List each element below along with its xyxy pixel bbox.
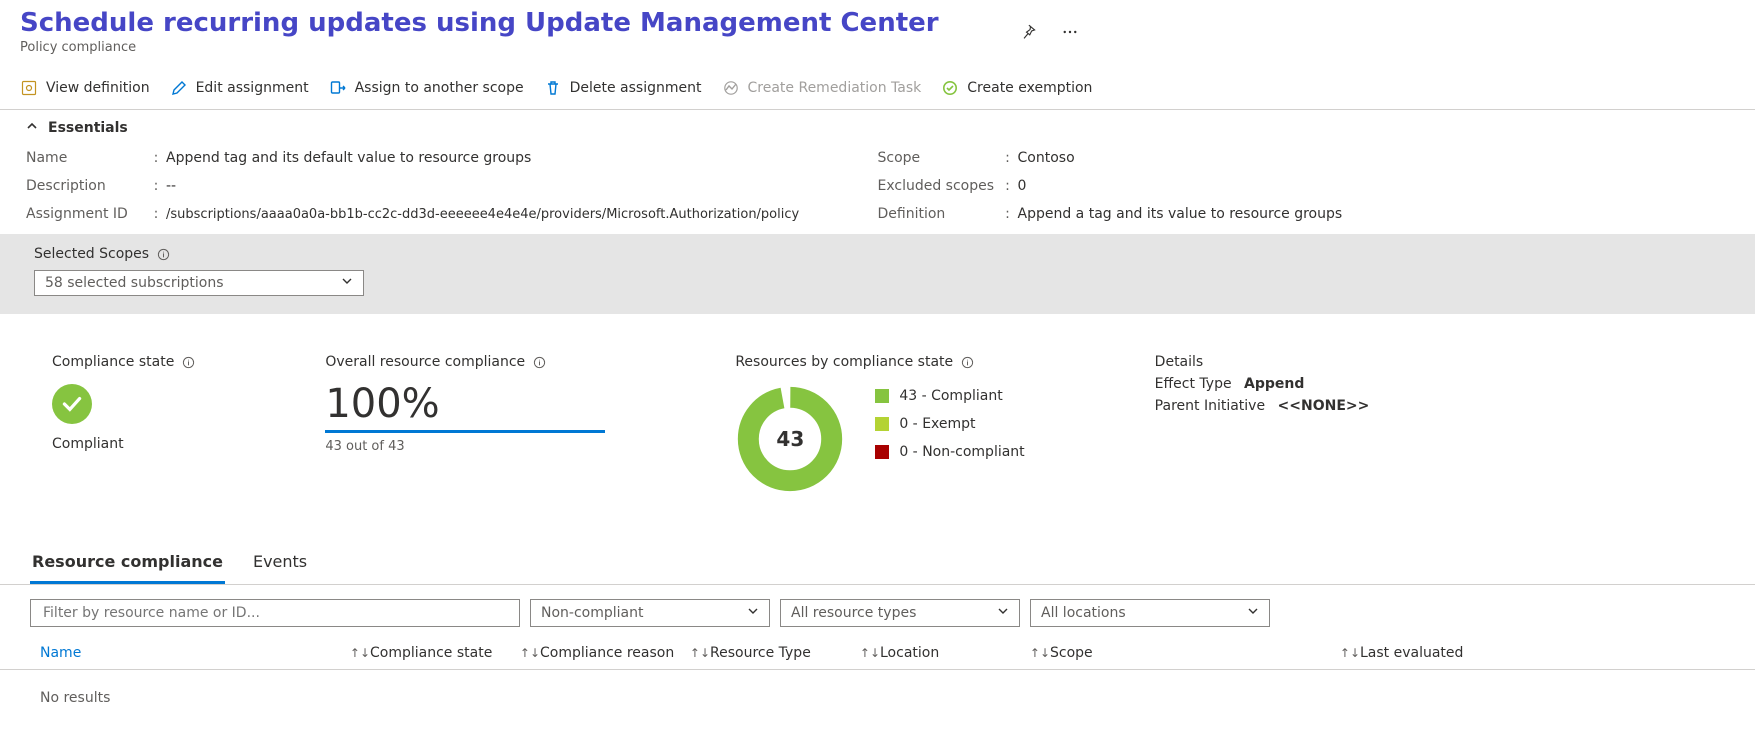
page-title: Schedule recurring updates using Update … (20, 8, 939, 38)
tab-events[interactable]: Events (251, 544, 309, 584)
essentials-name-value: Append tag and its default value to reso… (166, 150, 878, 166)
col-compliance-state[interactable]: Compliance state ↑↓ (370, 645, 540, 661)
legend-noncompliant: 0 - Non-compliant (875, 444, 1024, 460)
info-icon[interactable] (961, 356, 974, 369)
edit-assignment-button[interactable]: Edit assignment (170, 79, 309, 97)
assign-icon (329, 79, 347, 97)
essentials-excl-key: Excluded scopes (878, 178, 998, 194)
pin-icon[interactable] (1019, 23, 1037, 41)
definition-icon (20, 79, 38, 97)
donut-center-value: 43 (735, 384, 845, 494)
info-icon[interactable] (182, 356, 195, 369)
resources-by-state-card: Resources by compliance state 43 43 - Co… (735, 354, 1024, 494)
compliant-check-icon (52, 384, 92, 424)
details-card: Details Effect Type Append Parent Initia… (1155, 354, 1370, 414)
overall-compliance-card: Overall resource compliance 100% 43 out … (325, 354, 605, 454)
create-remediation-button: Create Remediation Task (722, 79, 922, 97)
legend-exempt: 0 - Exempt (875, 416, 1024, 432)
tab-resource-compliance[interactable]: Resource compliance (30, 544, 225, 584)
essentials-assign-key: Assignment ID (26, 206, 146, 222)
more-icon[interactable] (1061, 23, 1079, 41)
view-definition-button[interactable]: View definition (20, 79, 150, 97)
overall-compliance-sub: 43 out of 43 (325, 439, 605, 454)
filter-locations-dropdown[interactable]: All locations (1030, 599, 1270, 627)
sort-icon[interactable]: ↑↓ (860, 646, 880, 660)
chevron-down-icon (341, 275, 353, 291)
compliance-state-value: Compliant (52, 436, 195, 452)
legend-compliant: 43 - Compliant (875, 388, 1024, 404)
parent-initiative-value: <<NONE>> (1278, 398, 1370, 414)
effect-type-value: Append (1244, 376, 1304, 392)
essentials-desc-value: -- (166, 178, 878, 194)
sort-icon[interactable]: ↑↓ (520, 646, 540, 660)
essentials-def-key: Definition (878, 206, 998, 222)
sort-icon[interactable]: ↑↓ (690, 646, 710, 660)
assign-scope-button[interactable]: Assign to another scope (329, 79, 524, 97)
col-compliance-reason[interactable]: Compliance reason ↑↓ (540, 645, 710, 661)
create-exemption-button[interactable]: Create exemption (941, 79, 1092, 97)
chevron-down-icon (997, 605, 1009, 621)
col-resource-type[interactable]: Resource Type ↑↓ (710, 645, 880, 661)
essentials-scope-value: Contoso (1018, 150, 1730, 166)
effect-type-key: Effect Type (1155, 376, 1232, 392)
resources-by-state-header: Resources by compliance state (735, 354, 953, 370)
essentials-desc-key: Description (26, 178, 146, 194)
info-icon[interactable] (533, 356, 546, 369)
chevron-up-icon (26, 120, 38, 136)
col-name[interactable]: Name ↑↓ (40, 645, 370, 661)
selected-scopes-label: Selected Scopes (34, 246, 149, 262)
info-icon[interactable] (157, 248, 170, 261)
table-empty: No results (0, 670, 1755, 726)
col-last-evaluated[interactable]: Last evaluated (1360, 645, 1530, 661)
remediation-icon (722, 79, 740, 97)
progress-bar (325, 430, 605, 433)
sort-icon[interactable]: ↑↓ (350, 646, 370, 660)
essentials-def-value: Append a tag and its value to resource g… (1018, 206, 1730, 222)
selected-scopes-dropdown[interactable]: 58 selected subscriptions (34, 270, 364, 296)
filter-name-input-wrapper[interactable] (30, 599, 520, 627)
parent-initiative-key: Parent Initiative (1155, 398, 1265, 414)
col-scope[interactable]: Scope ↑↓ (1050, 645, 1360, 661)
sort-icon[interactable]: ↑↓ (1340, 646, 1360, 660)
command-bar: View definition Edit assignment Assign t… (0, 69, 1755, 110)
legend-swatch-exempt (875, 417, 889, 431)
donut-chart: 43 (735, 384, 845, 494)
overall-compliance-header: Overall resource compliance (325, 354, 525, 370)
exemption-icon (941, 79, 959, 97)
legend-swatch-compliant (875, 389, 889, 403)
details-header: Details (1155, 354, 1370, 370)
chevron-down-icon (747, 605, 759, 621)
compliance-state-header: Compliance state (52, 354, 174, 370)
essentials-excl-value: 0 (1018, 178, 1730, 194)
filter-types-dropdown[interactable]: All resource types (780, 599, 1020, 627)
page-subtitle: Policy compliance (20, 40, 939, 55)
compliance-state-card: Compliance state Compliant (52, 354, 195, 452)
essentials-name-key: Name (26, 150, 146, 166)
overall-compliance-pct: 100% (325, 384, 605, 424)
legend-swatch-noncompliant (875, 445, 889, 459)
essentials-scope-key: Scope (878, 150, 998, 166)
filter-name-input[interactable] (41, 604, 509, 622)
sort-icon[interactable]: ↑↓ (1030, 646, 1050, 660)
filter-compliance-dropdown[interactable]: Non-compliant (530, 599, 770, 627)
essentials-toggle[interactable]: Essentials (26, 120, 1729, 136)
edit-icon (170, 79, 188, 97)
delete-assignment-button[interactable]: Delete assignment (544, 79, 702, 97)
chevron-down-icon (1247, 605, 1259, 621)
col-location[interactable]: Location ↑↓ (880, 645, 1050, 661)
delete-icon (544, 79, 562, 97)
essentials-assign-value: /subscriptions/aaaa0a0a-bb1b-cc2c-dd3d-e… (166, 207, 878, 222)
